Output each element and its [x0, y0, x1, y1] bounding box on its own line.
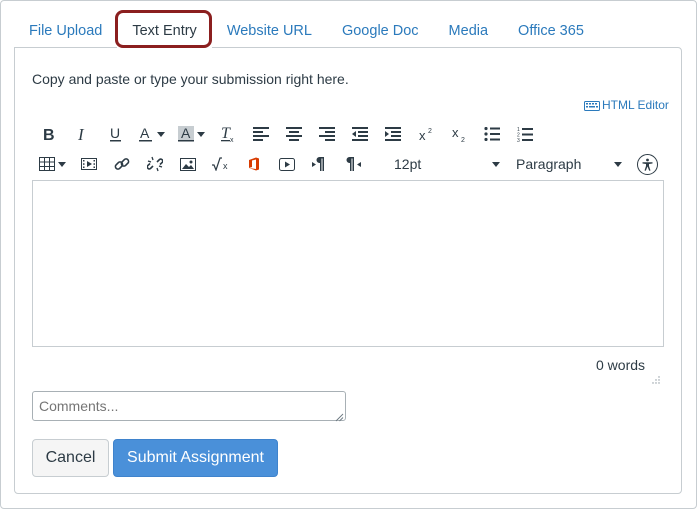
- html-editor-link[interactable]: HTML Editor: [584, 98, 669, 112]
- chevron-down-icon: [614, 161, 622, 167]
- comments-resize-handle[interactable]: [335, 409, 344, 422]
- clear-formatting-icon[interactable]: Tx: [211, 121, 244, 147]
- svg-text:I: I: [77, 126, 85, 142]
- tab-file-upload[interactable]: File Upload: [14, 14, 117, 48]
- rich-text-editor[interactable]: [32, 180, 664, 347]
- outdent-icon[interactable]: [343, 121, 376, 147]
- svg-text:x: x: [230, 137, 234, 143]
- table-icon[interactable]: [32, 151, 72, 177]
- font-size-select[interactable]: 12pt: [394, 151, 500, 177]
- block-format-select[interactable]: Paragraph: [516, 151, 622, 177]
- svg-text:2: 2: [461, 137, 465, 142]
- numbered-list-icon[interactable]: 123: [508, 121, 541, 147]
- align-center-icon[interactable]: [277, 121, 310, 147]
- svg-text:x: x: [419, 128, 426, 142]
- rtl-paragraph-icon[interactable]: [336, 151, 369, 177]
- svg-text:U: U: [110, 126, 120, 141]
- tab-text-entry[interactable]: Text Entry: [117, 14, 212, 48]
- submission-instructions: Copy and paste or type your submission r…: [32, 71, 349, 87]
- background-color-icon[interactable]: A: [171, 121, 211, 147]
- svg-text:A: A: [140, 126, 150, 141]
- text-color-icon[interactable]: A: [131, 121, 171, 147]
- underline-icon[interactable]: U: [98, 121, 131, 147]
- svg-text:x: x: [223, 161, 228, 171]
- bold-icon[interactable]: B: [32, 121, 65, 147]
- accessibility-checker-icon[interactable]: [637, 154, 658, 175]
- svg-text:3: 3: [517, 138, 520, 142]
- word-count: 0 words: [596, 357, 646, 373]
- align-left-icon[interactable]: [244, 121, 277, 147]
- chevron-down-icon: [492, 161, 500, 167]
- keyboard-icon: [584, 99, 600, 111]
- media-embed-icon[interactable]: [72, 151, 105, 177]
- font-size-value: 12pt: [394, 156, 422, 172]
- tab-website-url[interactable]: Website URL: [212, 14, 327, 48]
- cancel-button[interactable]: Cancel: [32, 439, 109, 477]
- svg-text:2: 2: [428, 128, 432, 135]
- tab-google-doc[interactable]: Google Doc: [327, 14, 434, 48]
- unlink-icon[interactable]: [138, 151, 171, 177]
- subscript-icon[interactable]: x2: [442, 121, 475, 147]
- bulleted-list-icon[interactable]: [475, 121, 508, 147]
- tab-media[interactable]: Media: [434, 14, 504, 48]
- superscript-icon[interactable]: x2: [409, 121, 442, 147]
- video-icon[interactable]: [270, 151, 303, 177]
- ltr-paragraph-icon[interactable]: [303, 151, 336, 177]
- image-icon[interactable]: [171, 151, 204, 177]
- editor-resize-handle[interactable]: [651, 371, 660, 384]
- comments-field[interactable]: [32, 391, 346, 421]
- html-editor-label: HTML Editor: [602, 98, 669, 112]
- svg-text:B: B: [43, 127, 55, 142]
- svg-text:A: A: [181, 126, 191, 141]
- block-format-value: Paragraph: [516, 156, 582, 172]
- submission-tabs: File Upload Text Entry Website URL Googl…: [14, 12, 599, 48]
- submit-assignment-button[interactable]: Submit Assignment: [113, 439, 278, 477]
- tab-office-365[interactable]: Office 365: [503, 14, 599, 48]
- equation-icon[interactable]: x: [204, 151, 237, 177]
- align-right-icon[interactable]: [310, 121, 343, 147]
- italic-icon[interactable]: I: [65, 121, 98, 147]
- editor-toolbar-row-2: x: [32, 151, 369, 177]
- svg-text:x: x: [452, 126, 459, 140]
- indent-icon[interactable]: [376, 121, 409, 147]
- editor-toolbar-row-1: B I U A A Tx x2 x2 123: [32, 121, 541, 147]
- link-icon[interactable]: [105, 151, 138, 177]
- office-icon[interactable]: [237, 151, 270, 177]
